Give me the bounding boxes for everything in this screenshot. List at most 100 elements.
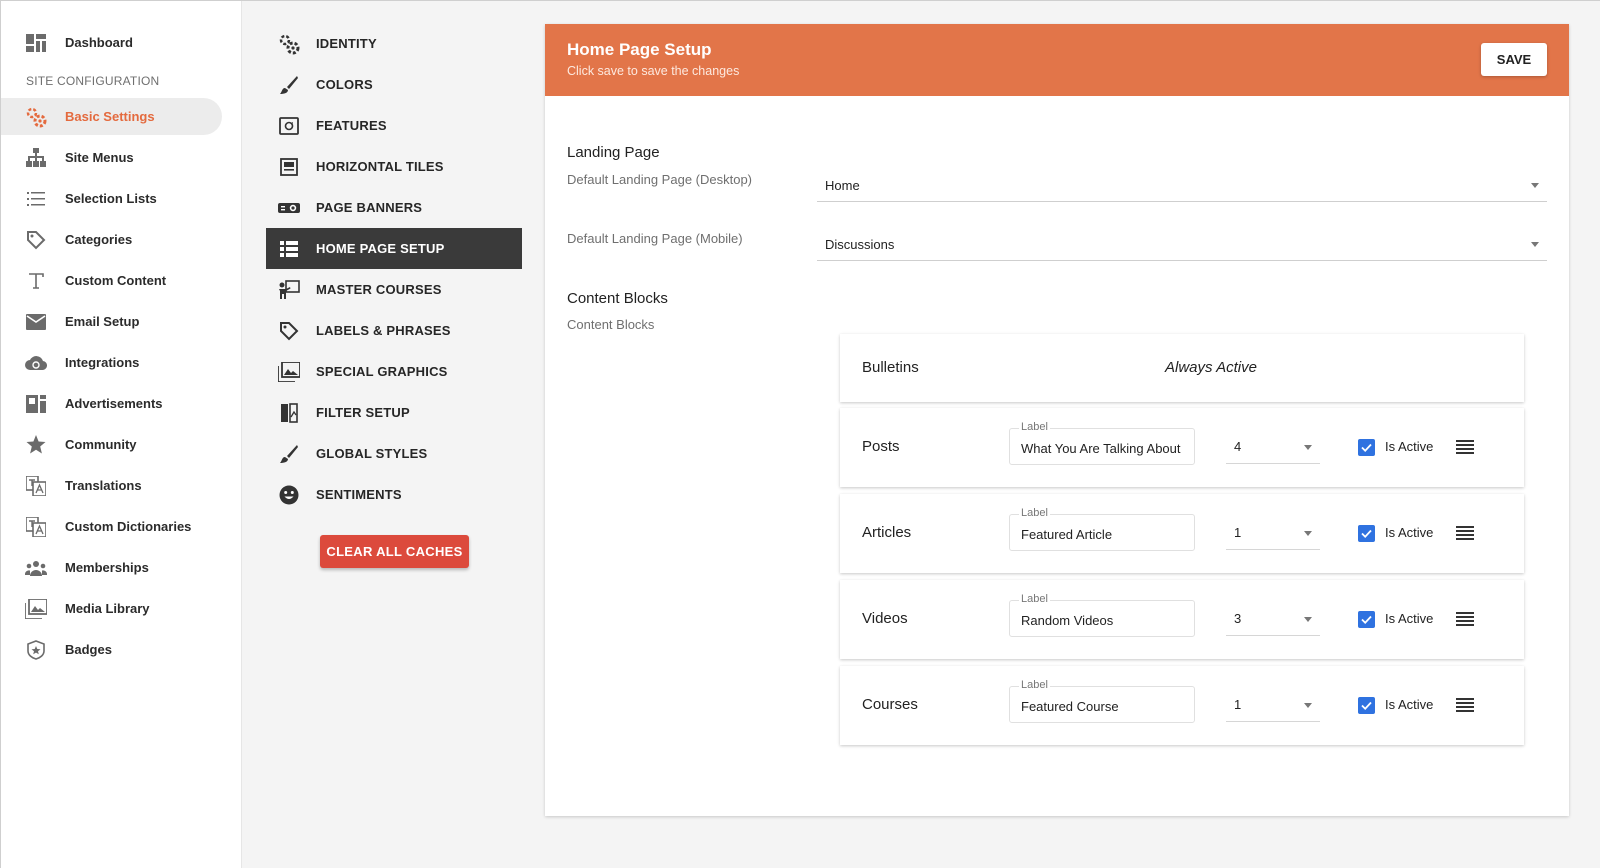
mail-icon (25, 311, 47, 333)
desktop-landing-value: Home (825, 178, 860, 193)
text-icon (25, 270, 47, 292)
settings-item-master-courses[interactable]: MASTER COURSES (266, 269, 522, 310)
sidebar-item-email-setup[interactable]: Email Setup (1, 303, 222, 340)
desktop-landing-select[interactable]: Home (817, 170, 1547, 202)
card-header: Home Page Setup Click save to save the c… (545, 24, 1569, 96)
sidebar-item-label: Basic Settings (65, 109, 155, 124)
presenter-icon (278, 279, 300, 301)
save-button[interactable]: SAVE (1481, 43, 1547, 76)
sidebar-item-site-menus[interactable]: Site Menus (1, 139, 222, 176)
is-active-label: Is Active (1385, 697, 1434, 712)
settings-item-filter-setup[interactable]: FILTER SETUP (266, 392, 522, 433)
tag-icon (25, 229, 47, 251)
settings-item-label: PAGE BANNERS (316, 200, 423, 215)
settings-item-horizontal-tiles[interactable]: HORIZONTAL TILES (266, 146, 522, 187)
is-active-checkbox[interactable] (1358, 611, 1375, 628)
settings-item-label: HORIZONTAL TILES (316, 159, 444, 174)
content-block-row: Videos Label Random Videos 3 Is Active (840, 580, 1524, 659)
block-name: Articles (862, 524, 912, 541)
sitemap-icon (25, 147, 47, 169)
sidebar-item-label: Selection Lists (65, 191, 157, 206)
settings-item-identity[interactable]: IDENTITY (266, 23, 522, 64)
sidebar-item-media-library[interactable]: Media Library (1, 590, 222, 627)
content-block-row: Posts Label What You Are Talking About 4… (840, 408, 1524, 487)
sidebar-item-label: Translations (65, 478, 142, 493)
is-active-checkbox[interactable] (1358, 525, 1375, 542)
sidebar-item-categories[interactable]: Categories (1, 221, 222, 258)
drag-handle-icon[interactable] (1456, 698, 1474, 712)
sidebar-item-badges[interactable]: Badges (1, 631, 222, 668)
is-active-label: Is Active (1385, 611, 1434, 626)
settings-item-labels-phrases[interactable]: LABELS & PHRASES (266, 310, 522, 351)
sidebar-item-memberships[interactable]: Memberships (1, 549, 222, 586)
block-name: Courses (862, 696, 918, 713)
label-value: Random Videos (1021, 613, 1114, 628)
settings-item-page-banners[interactable]: PAGE BANNERS (266, 187, 522, 228)
block-name: Bulletins (862, 359, 919, 376)
sidebar-item-custom-content[interactable]: Custom Content (1, 262, 222, 299)
settings-item-colors[interactable]: COLORS (266, 64, 522, 105)
brush-icon (278, 443, 300, 465)
sidebar-item-selection-lists[interactable]: Selection Lists (1, 180, 222, 217)
block-label-input[interactable]: Label What You Are Talking About (1009, 421, 1195, 465)
settings-item-features[interactable]: FEATURES (266, 105, 522, 146)
mobile-landing-label: Default Landing Page (Mobile) (567, 231, 743, 246)
settings-item-label: MASTER COURSES (316, 282, 442, 297)
count-value: 1 (1234, 525, 1242, 540)
settings-item-special-graphics[interactable]: SPECIAL GRAPHICS (266, 351, 522, 392)
settings-item-label: HOME PAGE SETUP (316, 241, 445, 256)
sidebar-item-label: Badges (65, 642, 112, 657)
ad-icon (25, 393, 47, 415)
is-active-label: Is Active (1385, 525, 1434, 540)
sidebar-item-translations[interactable]: Translations (1, 467, 222, 504)
settings-item-label: SPECIAL GRAPHICS (316, 364, 448, 379)
sidebar-item-label: Categories (65, 232, 133, 247)
is-active-checkbox[interactable] (1358, 439, 1375, 456)
block-label-input[interactable]: Label Featured Article (1009, 507, 1195, 551)
drag-handle-icon[interactable] (1456, 526, 1474, 540)
label-value: Featured Course (1021, 699, 1119, 714)
sidebar-item-label: Community (65, 437, 137, 452)
label-caption: Label (1019, 679, 1050, 691)
sidebar-item-basic-settings[interactable]: Basic Settings (1, 98, 222, 135)
settings-item-global-styles[interactable]: GLOBAL STYLES (266, 433, 522, 474)
sidebar-item-integrations[interactable]: Integrations (1, 344, 222, 381)
block-label-input[interactable]: Label Featured Course (1009, 679, 1195, 723)
is-active-label: Is Active (1385, 439, 1434, 454)
settings-item-home-page-setup[interactable]: HOME PAGE SETUP (266, 228, 522, 269)
settings-item-sentiments[interactable]: SENTIMENTS (266, 474, 522, 515)
block-count-select[interactable]: 1 (1226, 518, 1320, 550)
clear-all-caches-button[interactable]: CLEAR ALL CACHES (320, 535, 469, 568)
translate-icon (25, 516, 47, 538)
translate-icon (25, 475, 47, 497)
sidebar-section-header: SITE CONFIGURATION (26, 74, 160, 88)
mobile-landing-select[interactable]: Discussions (817, 229, 1547, 261)
sidebar-item-community[interactable]: Community (1, 426, 222, 463)
content-block-row: Articles Label Featured Article 1 Is Act… (840, 494, 1524, 573)
sidebar-item-label: Dashboard (65, 35, 133, 50)
is-active-checkbox[interactable] (1358, 697, 1375, 714)
list-icon (25, 188, 47, 210)
sidebar-item-advertisements[interactable]: Advertisements (1, 385, 222, 422)
drag-handle-icon[interactable] (1456, 440, 1474, 454)
settings-item-label: GLOBAL STYLES (316, 446, 428, 461)
always-active-text: Always Active (1165, 359, 1257, 376)
count-value: 3 (1234, 611, 1242, 626)
sidebar-item-custom-dictionaries[interactable]: Custom Dictionaries (1, 508, 222, 545)
block-count-select[interactable]: 3 (1226, 604, 1320, 636)
block-label-input[interactable]: Label Random Videos (1009, 593, 1195, 637)
tiles-icon (278, 156, 300, 178)
block-count-select[interactable]: 4 (1226, 432, 1320, 464)
chevron-down-icon (1531, 242, 1539, 247)
gears-icon (278, 33, 300, 55)
mobile-landing-value: Discussions (825, 237, 895, 252)
label-value: What You Are Talking About (1021, 441, 1181, 456)
block-count-select[interactable]: 1 (1226, 690, 1320, 722)
projector-icon (278, 197, 300, 219)
sidebar-item-dashboard[interactable]: Dashboard (1, 24, 222, 61)
sidebar-item-label: Email Setup (65, 314, 140, 329)
chevron-down-icon (1304, 617, 1312, 622)
badge-icon (25, 639, 47, 661)
drag-handle-icon[interactable] (1456, 612, 1474, 626)
desktop-landing-label: Default Landing Page (Desktop) (567, 172, 753, 187)
